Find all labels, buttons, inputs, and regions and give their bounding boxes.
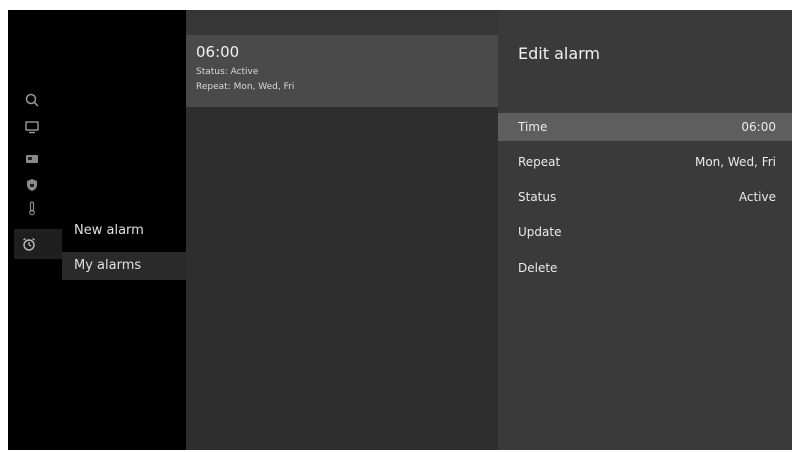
alarm-repeat: Repeat: Mon, Wed, Fri xyxy=(196,82,295,92)
option-label: Update xyxy=(518,225,562,239)
alarm-status: Status: Active xyxy=(196,67,259,77)
option-label: Delete xyxy=(518,261,558,275)
option-value: Active xyxy=(738,190,776,204)
tv-screen: New alarm My alarms 06:00 Status: Active… xyxy=(8,10,792,450)
edit-alarm-panel: Edit alarm Time 06:00 Repeat Mon, Wed, F… xyxy=(498,10,792,450)
option-update[interactable]: Update xyxy=(498,218,792,246)
option-repeat[interactable]: Repeat Mon, Wed, Fri xyxy=(498,148,792,176)
alarm-time: 06:00 xyxy=(196,43,240,61)
option-value: Mon, Wed, Fri xyxy=(694,155,776,169)
alarm-clock-icon[interactable] xyxy=(14,229,62,259)
option-label: Repeat xyxy=(518,155,561,169)
panel-title: Edit alarm xyxy=(518,44,601,63)
list-header xyxy=(186,10,498,35)
menu-item-my-alarms[interactable]: My alarms xyxy=(62,252,186,280)
search-icon[interactable] xyxy=(22,90,42,110)
option-status[interactable]: Status Active xyxy=(498,183,792,211)
tv-icon[interactable] xyxy=(22,117,42,137)
sidebar: New alarm My alarms xyxy=(8,10,186,450)
alarm-list-item[interactable]: 06:00 Status: Active Repeat: Mon, Wed, F… xyxy=(186,35,498,107)
option-time[interactable]: Time 06:00 xyxy=(498,113,792,141)
thermometer-icon[interactable] xyxy=(22,198,42,218)
option-label: Status xyxy=(518,190,557,204)
option-value: 06:00 xyxy=(741,120,776,134)
option-label: Time xyxy=(518,120,548,134)
radio-icon[interactable] xyxy=(22,148,42,168)
menu-item-new-alarm[interactable]: New alarm xyxy=(62,217,186,245)
shield-icon[interactable] xyxy=(22,175,42,195)
menu-item-label: My alarms xyxy=(74,258,142,273)
alarm-list: 06:00 Status: Active Repeat: Mon, Wed, F… xyxy=(186,10,498,450)
option-delete[interactable]: Delete xyxy=(498,254,792,282)
menu-item-label: New alarm xyxy=(74,223,144,238)
